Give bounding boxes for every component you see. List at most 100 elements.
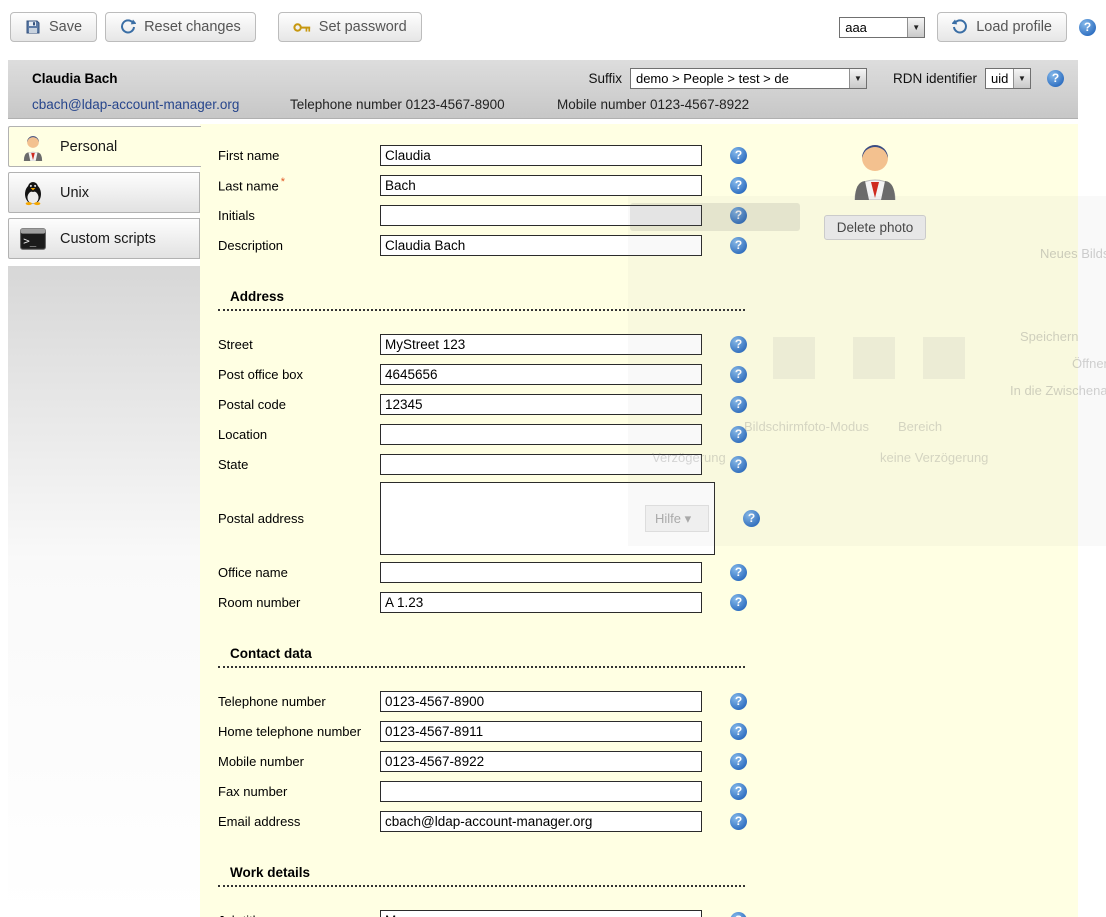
initials-input[interactable] bbox=[380, 205, 702, 226]
rdn-select-value: uid bbox=[986, 69, 1013, 88]
account-header: Claudia Bach Suffix demo > People > test… bbox=[8, 60, 1078, 119]
tab-custom-scripts[interactable]: >_ Custom scripts bbox=[8, 218, 200, 259]
field-label: Location bbox=[218, 427, 380, 442]
set-password-button[interactable]: Set password bbox=[278, 12, 422, 42]
user-photo bbox=[851, 138, 899, 205]
tab-personal[interactable]: Personal bbox=[8, 126, 201, 167]
field-label: Postal code bbox=[218, 397, 380, 412]
suffix-label: Suffix bbox=[588, 71, 622, 86]
help-icon[interactable]: ? bbox=[1047, 70, 1064, 87]
help-icon[interactable]: ? bbox=[730, 237, 747, 254]
tab-unix[interactable]: Unix bbox=[8, 172, 200, 213]
telephone-number-input[interactable] bbox=[380, 691, 702, 712]
help-icon[interactable]: ? bbox=[730, 147, 747, 164]
sidebar-filler bbox=[8, 266, 200, 917]
location-input[interactable] bbox=[380, 424, 702, 445]
help-icon[interactable]: ? bbox=[730, 783, 747, 800]
suffix-select[interactable]: demo > People > test > de ▼ bbox=[630, 68, 867, 89]
section-address: AddressStreet?Post office box?Postal cod… bbox=[218, 286, 1078, 617]
job-title-input[interactable] bbox=[380, 910, 702, 917]
main-wrap: Claudia Bach Suffix demo > People > test… bbox=[8, 60, 1078, 119]
form-row-location: Location? bbox=[218, 419, 1078, 449]
section-contact-data: Contact dataTelephone number?Home teleph… bbox=[218, 643, 1078, 836]
field-label: Room number bbox=[218, 595, 380, 610]
help-icon[interactable]: ? bbox=[730, 813, 747, 830]
sections: AddressStreet?Post office box?Postal cod… bbox=[218, 286, 1078, 917]
header-row-title: Claudia Bach Suffix demo > People > test… bbox=[8, 68, 1078, 97]
email-address-input[interactable] bbox=[380, 811, 702, 832]
account-mobile: Mobile number 0123-4567-8922 bbox=[557, 97, 749, 112]
help-icon[interactable]: ? bbox=[730, 693, 747, 710]
home-telephone-number-input[interactable] bbox=[380, 721, 702, 742]
last-name-input[interactable] bbox=[380, 175, 702, 196]
form-row-last-name: Last name*? bbox=[218, 170, 1078, 200]
help-icon[interactable]: ? bbox=[730, 753, 747, 770]
delete-photo-button[interactable]: Delete photo bbox=[824, 215, 927, 240]
help-icon[interactable]: ? bbox=[730, 594, 747, 611]
profile-select-value: aaa bbox=[840, 18, 872, 37]
set-password-label: Set password bbox=[319, 19, 407, 35]
form-row-description: Description? bbox=[218, 230, 1078, 260]
key-icon bbox=[293, 21, 311, 34]
field-label: Street bbox=[218, 337, 380, 352]
help-icon[interactable]: ? bbox=[730, 207, 747, 224]
top-fields: First name?Last name*?Initials?Descripti… bbox=[218, 140, 1078, 260]
chevron-down-icon: ▼ bbox=[907, 18, 924, 37]
section-title: Work details bbox=[218, 862, 745, 887]
save-button-label: Save bbox=[49, 19, 82, 35]
help-icon[interactable]: ? bbox=[730, 564, 747, 581]
field-label: Post office box bbox=[218, 367, 380, 382]
toolbar: Save Reset changes Set password bbox=[0, 0, 1106, 54]
form-row-office-name: Office name? bbox=[218, 557, 1078, 587]
field-label: Office name bbox=[218, 565, 380, 580]
help-icon[interactable]: ? bbox=[730, 723, 747, 740]
form-row-room-number: Room number? bbox=[218, 587, 1078, 617]
load-profile-icon bbox=[952, 19, 968, 35]
help-icon[interactable]: ? bbox=[730, 366, 747, 383]
post-office-box-input[interactable] bbox=[380, 364, 702, 385]
photo-block: Delete photo bbox=[815, 138, 935, 240]
field-label: Job title bbox=[218, 913, 380, 917]
field-label: Description bbox=[218, 238, 380, 253]
required-marker: * bbox=[281, 176, 285, 188]
tab-unix-label: Unix bbox=[60, 185, 89, 201]
form-row-email-address: Email address? bbox=[218, 806, 1078, 836]
help-icon[interactable]: ? bbox=[730, 177, 747, 194]
section-work-details: Work details Job title? bbox=[218, 862, 1078, 917]
fax-number-input[interactable] bbox=[380, 781, 702, 802]
form-row-street: Street? bbox=[218, 329, 1078, 359]
office-name-input[interactable] bbox=[380, 562, 702, 583]
field-label: Mobile number bbox=[218, 754, 380, 769]
help-icon[interactable]: ? bbox=[730, 396, 747, 413]
form-row-initials: Initials? bbox=[218, 200, 1078, 230]
load-profile-label: Load profile bbox=[976, 19, 1052, 35]
postal-code-input[interactable] bbox=[380, 394, 702, 415]
toolbar-right-group: aaa ▼ Load profile ? bbox=[839, 12, 1096, 42]
field-label: Last name* bbox=[218, 176, 380, 193]
save-button[interactable]: Save bbox=[10, 12, 97, 42]
reset-changes-button[interactable]: Reset changes bbox=[105, 12, 256, 42]
help-icon[interactable]: ? bbox=[1079, 19, 1096, 36]
description-input[interactable] bbox=[380, 235, 702, 256]
help-icon[interactable]: ? bbox=[730, 426, 747, 443]
rdn-identifier-select[interactable]: uid ▼ bbox=[985, 68, 1031, 89]
help-icon[interactable]: ? bbox=[730, 336, 747, 353]
first-name-input[interactable] bbox=[380, 145, 702, 166]
help-icon[interactable]: ? bbox=[743, 510, 760, 527]
profile-select[interactable]: aaa ▼ bbox=[839, 17, 925, 38]
room-number-input[interactable] bbox=[380, 592, 702, 613]
form-row-mobile-number: Mobile number? bbox=[218, 746, 1078, 776]
help-icon[interactable]: ? bbox=[730, 912, 747, 917]
account-telephone: Telephone number 0123-4567-8900 bbox=[290, 97, 557, 112]
form-row-state: State? bbox=[218, 449, 1078, 479]
postal-address-input[interactable] bbox=[380, 482, 715, 555]
street-input[interactable] bbox=[380, 334, 702, 355]
reset-icon bbox=[120, 19, 136, 35]
account-email-link[interactable]: cbach@ldap-account-manager.org bbox=[32, 97, 290, 112]
load-profile-button[interactable]: Load profile bbox=[937, 12, 1067, 42]
field-label: State bbox=[218, 457, 380, 472]
page: Save Reset changes Set password bbox=[0, 0, 1106, 917]
help-icon[interactable]: ? bbox=[730, 456, 747, 473]
state-input[interactable] bbox=[380, 454, 702, 475]
mobile-number-input[interactable] bbox=[380, 751, 702, 772]
